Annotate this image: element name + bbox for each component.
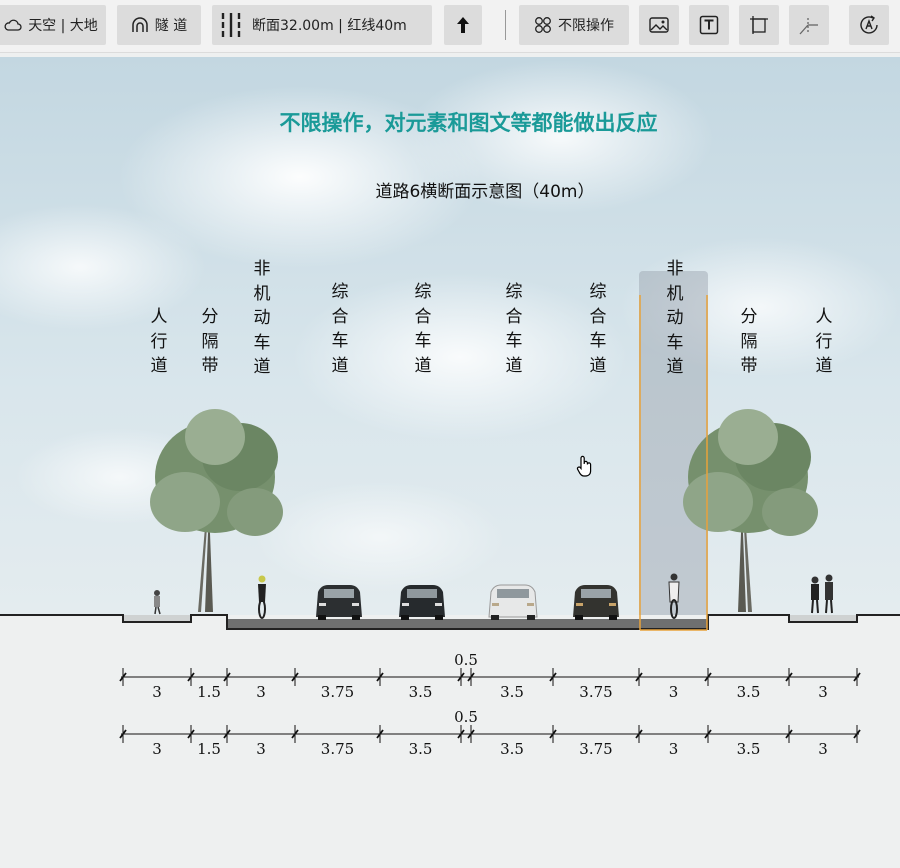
lane-width-label: 3.5 [737,740,761,758]
lane-width-label: 3.75 [579,683,612,701]
text-button[interactable] [689,5,729,45]
lane-width-label: 3 [818,740,828,758]
lane-width-label: 3.75 [579,740,612,758]
sidewalk-right [789,615,857,622]
unlimited-operation-button[interactable]: 不限操作 [519,5,629,45]
frame-icon [749,15,769,35]
lane-width-label: 3.75 [321,740,354,758]
sidewalk-left [123,615,191,622]
toolbar-divider [505,10,506,40]
lane-width-label: 3.5 [500,683,524,701]
cyclist-right [668,573,680,619]
section-lines-icon [220,12,242,38]
image-icon [649,16,669,34]
car-2 [399,585,445,620]
road-section-drawing: 3 1.5 3 3.75 3.5 0.5 3.5 3.75 3 3.5 3 3 1.5 3 3.75 3.5 0… [0,295,900,868]
lane-width-label: 1.5 [197,683,221,701]
text-icon [699,15,719,35]
tunnel-button[interactable]: 隧 道 [117,5,201,45]
pedestrian-left [154,590,161,615]
lane-width-label: 3 [669,740,679,758]
lane-width-label: 3.75 [321,683,354,701]
slope-icon [799,15,819,35]
image-button[interactable] [639,5,679,45]
cyclist-left [258,575,266,619]
median-width-label: 0.5 [454,708,478,726]
median-width-label: 0.5 [454,651,478,669]
lane-width-label: 3 [256,740,266,758]
lane-width-label: 3 [818,683,828,701]
lane-width-label: 1.5 [197,740,221,758]
grid-circles-icon [534,16,552,34]
frame-button[interactable] [739,5,779,45]
sky-ground-label: 天空 | 大地 [28,18,98,34]
lane-width-label: 3.5 [500,740,524,758]
section-width-button[interactable]: 断面32.00m | 红线40m [212,5,432,45]
unlimited-operation-label: 不限操作 [558,18,614,34]
tree-right [683,409,818,612]
tunnel-icon [131,16,149,34]
tunnel-label: 隧 道 [154,18,188,34]
lane-width-label: 3 [256,683,266,701]
road-section-canvas[interactable]: 不限操作，对元素和图文等都能做出反应 道路6横断面示意图（40m） 人行道 分隔… [0,57,900,868]
section-width-label: 断面32.00m | 红线40m [252,18,407,34]
slope-button[interactable] [789,5,829,45]
lane-width-label: 3.5 [409,683,433,701]
cloud-icon [4,18,22,32]
lane-width-label: 3 [152,683,162,701]
up-arrow-button[interactable] [444,5,482,45]
car-1 [316,585,362,620]
lane-width-label: 3 [152,740,162,758]
car-4 [573,585,619,620]
hand-cursor-icon [576,455,594,481]
lane-width-label: 3.5 [737,683,761,701]
ground-area [0,615,900,868]
auto-rotate-icon [858,14,880,36]
toolbar: 天空 | 大地 隧 道 断面32.00m | 红线40m 不限操作 [0,0,900,53]
lane-width-label: 3 [669,683,679,701]
lane-width-label: 3.5 [409,740,433,758]
arrow-up-icon [455,16,471,34]
road-pavement [227,619,708,629]
auto-rotate-button[interactable] [849,5,889,45]
car-3 [488,584,538,620]
pedestrians-right [811,574,833,614]
sky-ground-button[interactable]: 天空 | 大地 [0,5,106,45]
